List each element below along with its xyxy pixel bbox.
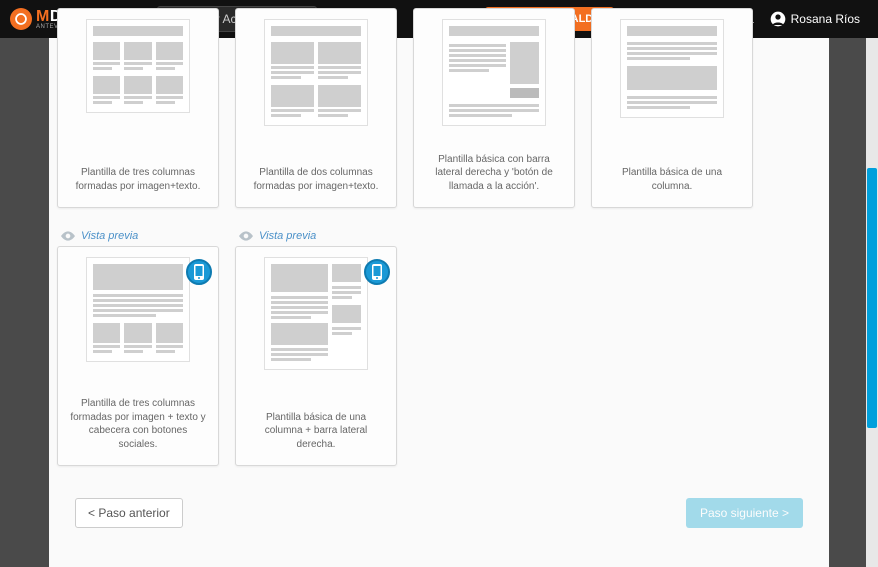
- template-card[interactable]: Plantilla básica con barra lateral derec…: [413, 8, 575, 208]
- preview-label: Vista previa: [81, 230, 138, 242]
- page-body: Plantilla de tres columnas formadas por …: [0, 38, 878, 567]
- preview-link[interactable]: Vista previa: [57, 224, 219, 246]
- template-thumb: [620, 19, 724, 118]
- preview-link[interactable]: Vista previa: [235, 224, 397, 246]
- mobile-badge: [364, 259, 390, 285]
- template-thumb: [442, 19, 546, 126]
- template-thumb: [86, 257, 190, 362]
- template-caption: Plantilla de tres columnas formadas por …: [66, 397, 210, 451]
- eye-icon: [61, 231, 75, 241]
- scrollbar[interactable]: [866, 38, 878, 567]
- template-card[interactable]: Plantilla básica de una columna.: [591, 8, 753, 208]
- template-caption: Plantilla de dos columnas formadas por i…: [244, 166, 388, 193]
- template-caption: Plantilla de tres columnas formadas por …: [66, 166, 210, 193]
- mobile-badge: [186, 259, 212, 285]
- wizard-footer: < Paso anterior Paso siguiente >: [57, 482, 821, 528]
- template-card[interactable]: Plantilla básica de una columna + barra …: [235, 246, 397, 466]
- template-thumb: [86, 19, 190, 113]
- template-thumb: [264, 19, 368, 126]
- preview-label: Vista previa: [259, 230, 316, 242]
- template-caption: Plantilla básica con barra lateral derec…: [422, 153, 566, 194]
- prev-step-button[interactable]: < Paso anterior: [75, 498, 183, 528]
- template-card[interactable]: Plantilla de tres columnas formadas por …: [57, 8, 219, 208]
- template-grid-row2: Vista previa Plant: [57, 224, 821, 482]
- phone-icon: [194, 264, 204, 280]
- template-card[interactable]: Plantilla de tres columnas formadas por …: [57, 246, 219, 466]
- next-step-button[interactable]: Paso siguiente >: [686, 498, 803, 528]
- template-caption: Plantilla básica de una columna + barra …: [244, 411, 388, 452]
- template-thumb: [264, 257, 368, 370]
- template-grid-row1: Plantilla de tres columnas formadas por …: [57, 8, 821, 224]
- template-card[interactable]: Plantilla de dos columnas formadas por i…: [235, 8, 397, 208]
- phone-icon: [372, 264, 382, 280]
- content-panel: Plantilla de tres columnas formadas por …: [49, 38, 829, 567]
- brand-icon: [10, 8, 32, 30]
- scrollbar-thumb[interactable]: [867, 168, 877, 428]
- eye-icon: [239, 231, 253, 241]
- template-caption: Plantilla básica de una columna.: [600, 166, 744, 193]
